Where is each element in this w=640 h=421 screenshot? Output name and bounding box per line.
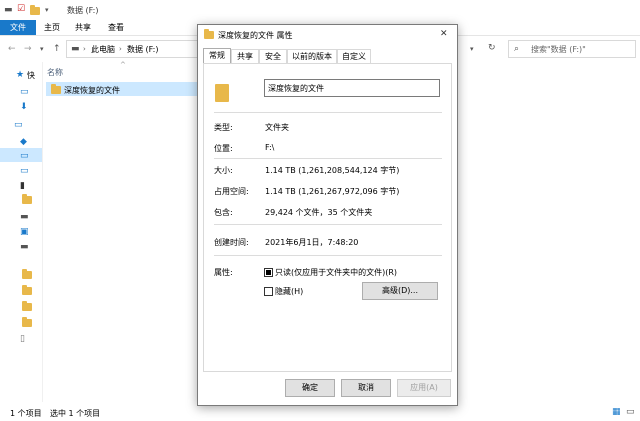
- folder-icon: [51, 84, 61, 94]
- properties-icon[interactable]: ☑: [17, 4, 25, 14]
- folder-name: 深度恢复的文件: [64, 86, 120, 95]
- ok-button[interactable]: 确定: [285, 379, 335, 397]
- size-label: 大小:: [214, 166, 233, 175]
- tab-view[interactable]: 查看: [108, 20, 124, 35]
- tab-file[interactable]: 文件: [0, 20, 36, 35]
- column-header-name[interactable]: 名称: [47, 67, 63, 78]
- folder-icon[interactable]: [22, 285, 32, 295]
- status-item-count: 1 个项目: [10, 409, 42, 418]
- tab-home[interactable]: 主页: [44, 20, 60, 35]
- tab-customize[interactable]: 自定义: [337, 49, 371, 64]
- breadcrumb-this-pc[interactable]: 此电脑: [91, 44, 115, 55]
- folder-icon: [204, 29, 214, 39]
- apply-button[interactable]: 应用(A): [397, 379, 451, 397]
- large-folder-icon: [215, 84, 229, 102]
- location-label: 位置:: [214, 144, 233, 153]
- objects-icon[interactable]: ◆: [20, 137, 27, 147]
- disk-size-label: 占用空间:: [214, 187, 249, 196]
- search-icon: ⌕: [514, 44, 520, 54]
- details-view-icon[interactable]: ▦: [612, 407, 621, 417]
- hidden-label[interactable]: 隐藏(H): [275, 286, 303, 297]
- divider: [214, 224, 442, 225]
- phone-icon[interactable]: ▮: [20, 181, 25, 191]
- up-icon[interactable]: ↑: [53, 44, 61, 54]
- navigation-pane: ★ 快 ▭ ⬇ ▭ ◆ ▭ ▭ ▮ ▬ ▣ ▬ ▯: [0, 62, 43, 402]
- disk-size-value: 1.14 TB (1,261,267,972,096 字节): [265, 187, 400, 196]
- back-icon[interactable]: ←: [8, 44, 16, 54]
- folder-icon[interactable]: [22, 269, 32, 279]
- pictures-icon[interactable]: ▭: [20, 166, 29, 176]
- divider: [214, 112, 442, 113]
- chevron-right-icon: ›: [119, 45, 122, 53]
- divider: [214, 255, 442, 256]
- location-value: F:\: [265, 143, 275, 152]
- window-title: 数据 (F:): [67, 6, 99, 15]
- folder-icon[interactable]: [22, 317, 32, 327]
- attributes-label: 属性:: [214, 268, 233, 277]
- chevron-down-icon[interactable]: ▾: [45, 5, 49, 15]
- address-dropdown-icon[interactable]: ▾: [470, 44, 474, 54]
- cancel-button[interactable]: 取消: [341, 379, 391, 397]
- indeterminate-mark-icon: [266, 270, 271, 275]
- list-item[interactable]: 深度恢复的文件: [46, 82, 198, 96]
- tab-previous-versions[interactable]: 以前的版本: [287, 49, 337, 64]
- created-value: 2021年6月1日，7:48:20: [265, 238, 359, 247]
- status-selected-count: 选中 1 个项目: [50, 409, 101, 418]
- breadcrumb-drive[interactable]: 数据 (F:): [127, 44, 158, 55]
- tab-general[interactable]: 常规: [203, 48, 231, 64]
- type-value: 文件夹: [265, 123, 289, 132]
- search-box[interactable]: ⌕ 搜索"数据 (F:)": [508, 40, 636, 58]
- explorer-titlebar: ▬ ☑ ▾ 数据 (F:): [0, 0, 640, 20]
- forward-icon[interactable]: →: [24, 44, 32, 54]
- readonly-checkbox[interactable]: [264, 268, 273, 277]
- divider: [214, 158, 442, 159]
- desktop-icon[interactable]: ▭: [20, 87, 29, 97]
- downloads-icon[interactable]: ⬇: [20, 102, 28, 112]
- tab-share[interactable]: 共享: [75, 20, 91, 35]
- local-disk-icon[interactable]: ▬: [20, 212, 29, 222]
- quick-access-star-icon[interactable]: ★: [16, 70, 24, 80]
- close-icon[interactable]: ✕: [440, 29, 448, 39]
- folder-name-value: 深度恢复的文件: [268, 84, 324, 93]
- chevron-right-icon: ›: [83, 45, 86, 53]
- address-bar[interactable]: ▬ › 此电脑 › 数据 (F:): [66, 40, 198, 58]
- drive-icon[interactable]: ▭: [20, 151, 29, 161]
- drive-icon[interactable]: ▬: [20, 242, 29, 252]
- tab-sharing[interactable]: 共享: [231, 49, 259, 64]
- created-label: 创建时间:: [214, 238, 249, 247]
- dialog-title: 深度恢复的文件 属性: [218, 31, 293, 40]
- search-placeholder: 搜索"数据 (F:)": [531, 45, 586, 54]
- refresh-icon[interactable]: ↻: [488, 43, 496, 53]
- network-drive-icon[interactable]: ▣: [20, 227, 29, 237]
- contains-label: 包含:: [214, 208, 233, 217]
- recent-locations-icon[interactable]: ▾: [40, 44, 44, 54]
- file-icon[interactable]: ▯: [20, 334, 25, 344]
- type-label: 类型:: [214, 123, 233, 132]
- properties-dialog: 深度恢复的文件 属性 ✕ 常规 共享 安全 以前的版本 自定义 深度恢复的文件 …: [197, 24, 458, 406]
- folder-icon[interactable]: [22, 301, 32, 311]
- new-folder-icon[interactable]: [30, 5, 40, 15]
- tab-security[interactable]: 安全: [259, 49, 287, 64]
- drive-icon: ▬: [71, 44, 80, 54]
- sort-chevron-icon: ^: [120, 61, 126, 69]
- size-value: 1.14 TB (1,261,208,544,124 字节): [265, 166, 400, 175]
- status-bar: 1 个项目 选中 1 个项目 ▦ ▭: [0, 404, 640, 421]
- this-pc-icon[interactable]: ▭: [14, 120, 23, 130]
- dialog-titlebar[interactable]: 深度恢复的文件 属性 ✕: [198, 25, 457, 45]
- hidden-checkbox[interactable]: [264, 287, 273, 296]
- folder-icon[interactable]: [22, 194, 32, 204]
- quick-access-icon[interactable]: ▬: [4, 5, 13, 15]
- sidebar-item-quick-access[interactable]: 快: [27, 70, 35, 81]
- contains-value: 29,424 个文件，35 个文件夹: [265, 208, 373, 217]
- general-tab-panel: 深度恢复的文件 类型: 文件夹 位置: F:\ 大小: 1.14 TB (1,2…: [203, 63, 452, 372]
- advanced-button[interactable]: 高级(D)...: [362, 282, 438, 300]
- folder-name-input[interactable]: 深度恢复的文件: [264, 79, 440, 97]
- readonly-label[interactable]: 只读(仅应用于文件夹中的文件)(R): [275, 267, 397, 278]
- large-icons-view-icon[interactable]: ▭: [626, 407, 635, 417]
